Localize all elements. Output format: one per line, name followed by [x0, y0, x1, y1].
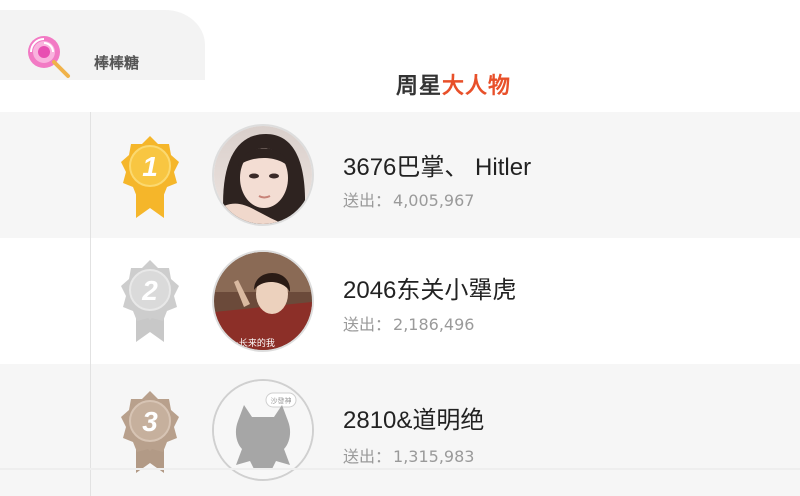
rank-number: 2 — [141, 275, 158, 306]
silver-medal-icon: 2 — [121, 260, 179, 342]
weekly-star-page: 棒棒糖 周星大人物 1 3676巴掌、 Hitler 送出： 4,005,967… — [0, 0, 800, 496]
user-photo: ·长来的我 — [214, 252, 312, 350]
avatar-caption: 沙發神 — [271, 396, 292, 405]
avatar[interactable]: 沙發神 — [212, 379, 314, 481]
gift-tab[interactable]: 棒棒糖 — [0, 10, 205, 80]
lollipop-icon — [28, 36, 70, 78]
divider-bottom — [0, 468, 800, 470]
ranking-list: 1 3676巴掌、 Hitler 送出： 4,005,967 2 ·长来的我 2… — [0, 112, 800, 496]
sent-amount: 送出： 1,315,983 — [343, 443, 474, 467]
user-photo — [214, 126, 312, 224]
avatar[interactable] — [212, 124, 314, 226]
sent-label: 送出： — [343, 447, 392, 466]
sent-value: 2,186,496 — [393, 315, 475, 334]
title-part1: 周星 — [396, 74, 443, 99]
sent-label: 送出： — [343, 191, 392, 210]
rank-number: 1 — [142, 151, 158, 182]
user-name[interactable]: 3676巴掌、 Hitler — [343, 147, 531, 182]
sent-amount: 送出： 2,186,496 — [343, 311, 474, 335]
gift-name: 棒棒糖 — [94, 54, 140, 72]
rank-number: 3 — [142, 406, 158, 437]
ranking-row-2[interactable]: 2 ·长来的我 2046东关小犟虎 送出： 2,186,496 — [0, 238, 800, 364]
avatar[interactable]: ·长来的我 — [212, 250, 314, 352]
sent-value: 1,315,983 — [393, 447, 475, 466]
user-name[interactable]: 2810&道明绝 — [343, 400, 484, 435]
svg-text:·长来的我: ·长来的我 — [236, 337, 275, 349]
bronze-medal-icon: 3 — [121, 391, 179, 473]
default-avatar-icon: 沙發神 — [214, 381, 312, 479]
sent-label: 送出： — [343, 315, 392, 334]
gold-medal-icon: 1 — [121, 136, 179, 218]
ranking-row-1[interactable]: 1 3676巴掌、 Hitler 送出： 4,005,967 — [0, 112, 800, 238]
sent-amount: 送出： 4,005,967 — [343, 187, 474, 211]
sent-value: 4,005,967 — [393, 191, 475, 210]
user-name[interactable]: 2046东关小犟虎 — [343, 270, 516, 305]
page-title: 周星大人物 — [396, 68, 511, 100]
divider-vertical — [90, 112, 91, 496]
ranking-row-3[interactable]: 3 沙發神 2810&道明绝 送出： 1,315,983 — [0, 364, 800, 496]
title-highlight: 大人物 — [442, 74, 512, 99]
